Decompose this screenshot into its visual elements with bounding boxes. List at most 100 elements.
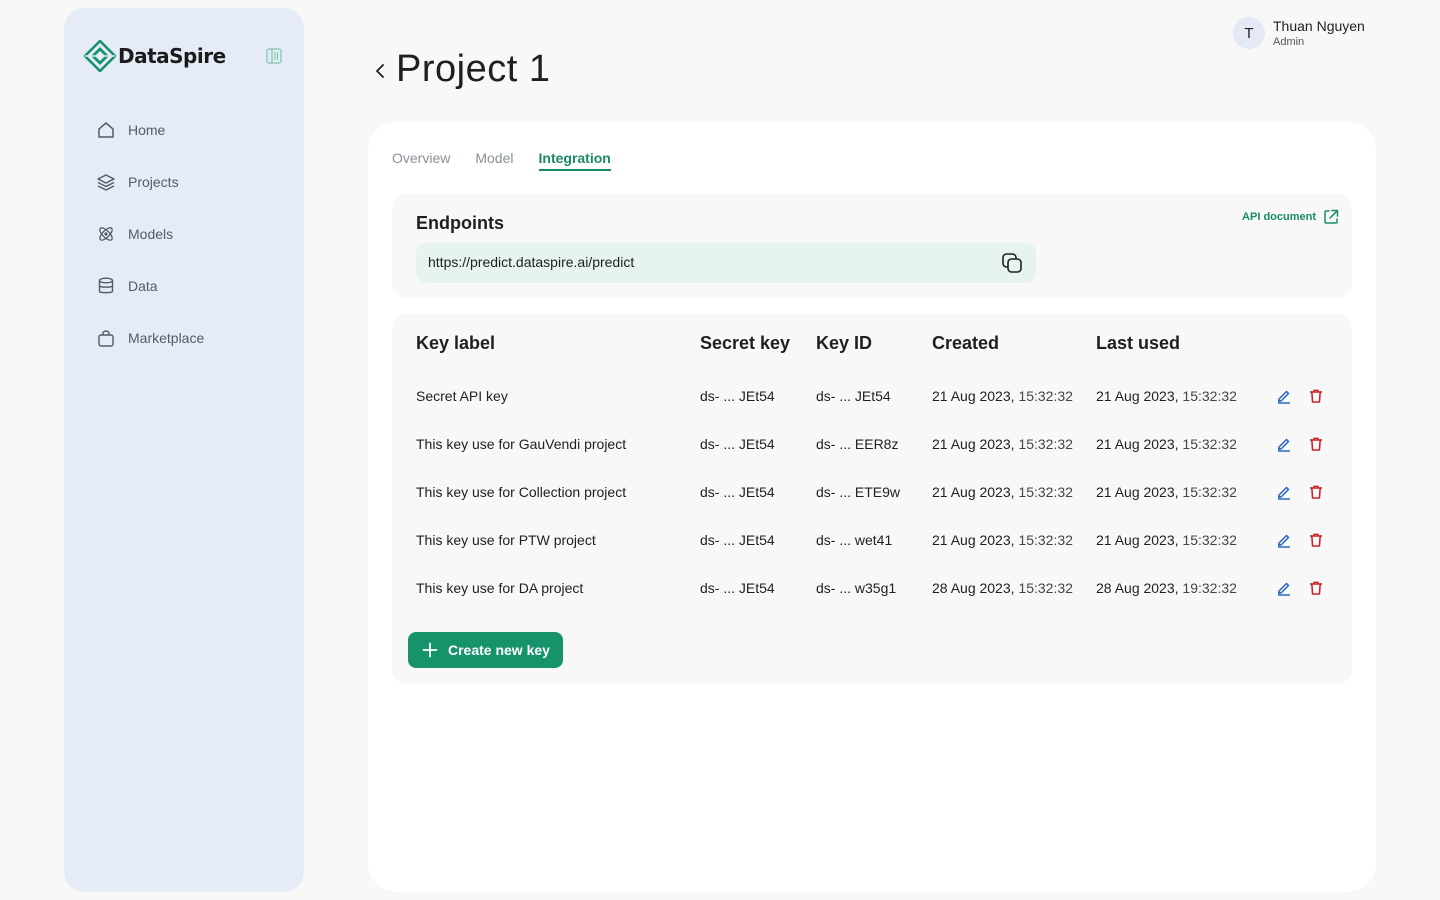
sidebar-item-label: Models — [128, 226, 174, 242]
edit-icon[interactable] — [1275, 531, 1293, 549]
last-used-time: 15:32:32 — [1182, 436, 1237, 452]
created-at: 28 Aug 2023, 15:32:32 — [932, 580, 1073, 596]
last-used-date: 28 Aug 2023, — [1096, 580, 1179, 596]
trash-icon[interactable] — [1307, 579, 1325, 597]
last-used-date: 21 Aug 2023, — [1096, 532, 1179, 548]
tab-overview[interactable]: Overview — [392, 150, 450, 171]
back-chevron-icon[interactable] — [370, 60, 390, 82]
tab-integration[interactable]: Integration — [538, 150, 611, 171]
last-used-at: 21 Aug 2023, 15:32:32 — [1096, 484, 1237, 500]
last-used-date: 21 Aug 2023, — [1096, 436, 1179, 452]
key-label: Secret API key — [416, 388, 508, 404]
user-profile[interactable]: T Thuan Nguyen Admin — [1233, 17, 1365, 49]
column-header-key-label: Key label — [416, 333, 496, 353]
page-title: Project 1 — [396, 48, 551, 90]
last-used-date: 21 Aug 2023, — [1096, 484, 1179, 500]
user-name: Thuan Nguyen — [1273, 17, 1365, 34]
last-used-time: 15:32:32 — [1182, 388, 1237, 404]
endpoints-title: Endpoints — [416, 213, 504, 233]
sidebar-item-label: Data — [128, 278, 158, 294]
user-role: Admin — [1273, 35, 1305, 48]
create-new-key-button[interactable]: Create new key — [408, 632, 563, 668]
home-icon — [96, 120, 116, 140]
created-date: 28 Aug 2023, — [932, 580, 1015, 596]
tab-model[interactable]: Model — [475, 150, 513, 171]
created-at: 21 Aug 2023, 15:32:32 — [932, 532, 1073, 548]
created-at: 21 Aug 2023, 15:32:32 — [932, 484, 1073, 500]
sidebar-item-home[interactable]: Home — [96, 112, 286, 148]
column-header-last-used: Last used — [1096, 333, 1181, 353]
last-used-at: 21 Aug 2023, 15:32:32 — [1096, 532, 1237, 548]
key-id: ds- ... ETE9w — [816, 484, 901, 500]
secret-key: ds- ... JEt54 — [700, 532, 775, 548]
dataspire-logo-icon — [84, 40, 116, 72]
last-used-time: 15:32:32 — [1182, 532, 1237, 548]
shopping-bag-icon — [96, 328, 116, 348]
brand-name: DataSpire — [118, 44, 226, 68]
created-time: 15:32:32 — [1018, 436, 1073, 452]
column-header-key-id: Key ID — [816, 333, 873, 353]
main-card: Overview Model Integration Endpoints API… — [368, 122, 1376, 892]
atom-icon — [96, 224, 116, 244]
created-date: 21 Aug 2023, — [932, 484, 1015, 500]
created-date: 21 Aug 2023, — [932, 436, 1015, 452]
sidebar-item-data[interactable]: Data — [96, 268, 286, 304]
table-row: This key use for PTW project ds- ... JEt… — [392, 529, 1352, 553]
column-header-secret-key: Secret key — [700, 333, 791, 353]
copy-icon[interactable] — [1000, 251, 1024, 275]
key-id: ds- ... JEt54 — [816, 388, 891, 404]
external-link-icon — [1324, 209, 1339, 224]
tabs: Overview Model Integration — [392, 150, 636, 171]
trash-icon[interactable] — [1307, 483, 1325, 501]
endpoints-card: Endpoints API document https://predict.d… — [392, 194, 1352, 298]
created-date: 21 Aug 2023, — [932, 388, 1015, 404]
sidebar-collapse-icon[interactable] — [264, 46, 284, 66]
key-label: This key use for GauVendi project — [416, 436, 627, 452]
last-used-at: 28 Aug 2023, 19:32:32 — [1096, 580, 1237, 596]
api-document-link[interactable]: API document — [1242, 208, 1340, 226]
column-header-created: Created — [932, 333, 1000, 353]
table-row: Secret API key ds- ... JEt54 ds- ... JEt… — [392, 385, 1352, 409]
create-new-key-label: Create new key — [448, 642, 550, 658]
last-used-time: 15:32:32 — [1182, 484, 1237, 500]
key-label: This key use for DA project — [416, 580, 584, 596]
sidebar-item-label: Projects — [128, 174, 179, 190]
secret-key: ds- ... JEt54 — [700, 580, 775, 596]
endpoint-url: https://predict.dataspire.ai/predict — [428, 254, 635, 270]
sidebar-item-projects[interactable]: Projects — [96, 164, 286, 200]
last-used-at: 21 Aug 2023, 15:32:32 — [1096, 388, 1237, 404]
key-id: ds- ... EER8z — [816, 436, 899, 452]
trash-icon[interactable] — [1307, 435, 1325, 453]
secret-key: ds- ... JEt54 — [700, 436, 775, 452]
logo[interactable]: DataSpire — [84, 40, 226, 72]
key-id: ds- ... wet41 — [816, 532, 893, 548]
created-time: 15:32:32 — [1018, 580, 1073, 596]
last-used-time: 19:32:32 — [1182, 580, 1237, 596]
plus-icon — [422, 642, 438, 658]
api-keys-table: Key label Secret key Key ID Created Last… — [392, 314, 1352, 684]
trash-icon[interactable] — [1307, 387, 1325, 405]
table-row: This key use for Collection project ds- … — [392, 481, 1352, 505]
edit-icon[interactable] — [1275, 483, 1293, 501]
sidebar-item-label: Home — [128, 122, 166, 138]
edit-icon[interactable] — [1275, 435, 1293, 453]
key-label: This key use for Collection project — [416, 484, 627, 500]
endpoint-url-field[interactable]: https://predict.dataspire.ai/predict — [416, 243, 1036, 283]
last-used-at: 21 Aug 2023, 15:32:32 — [1096, 436, 1237, 452]
secret-key: ds- ... JEt54 — [700, 388, 775, 404]
edit-icon[interactable] — [1275, 579, 1293, 597]
sidebar-item-models[interactable]: Models — [96, 216, 286, 252]
created-time: 15:32:32 — [1018, 532, 1073, 548]
edit-icon[interactable] — [1275, 387, 1293, 405]
secret-key: ds- ... JEt54 — [700, 484, 775, 500]
table-row: This key use for GauVendi project ds- ..… — [392, 433, 1352, 457]
table-row: This key use for DA project ds- ... JEt5… — [392, 577, 1352, 601]
created-at: 21 Aug 2023, 15:32:32 — [932, 388, 1073, 404]
trash-icon[interactable] — [1307, 531, 1325, 549]
created-date: 21 Aug 2023, — [932, 532, 1015, 548]
sidebar-nav: Home Projects Models Data Marketplace — [96, 112, 286, 372]
avatar: T — [1233, 17, 1265, 49]
created-time: 15:32:32 — [1018, 388, 1073, 404]
key-label: This key use for PTW project — [416, 532, 596, 548]
sidebar-item-marketplace[interactable]: Marketplace — [96, 320, 286, 356]
